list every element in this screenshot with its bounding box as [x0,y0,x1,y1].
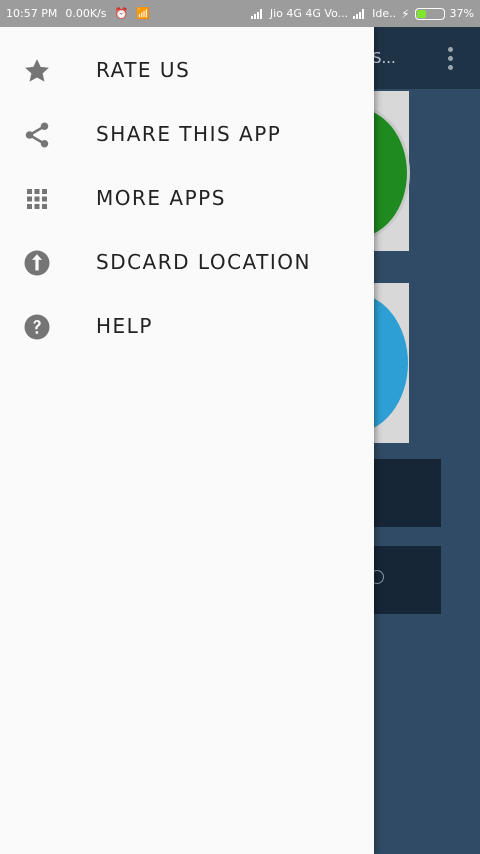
menu-item-sdcard-location[interactable]: SDCARD LOCATION [0,230,374,294]
status-left: 10:57 PM 0.00K/s ⏰ 📶 [6,0,150,27]
signal-icon-2 [353,8,367,19]
signal-icon [250,8,265,19]
status-bar: 10:57 PM 0.00K/s ⏰ 📶 Jio 4G 4G Vo... Ide… [0,0,480,27]
app-title: S... [372,49,396,67]
battery-icon [414,7,445,20]
menu-item-help[interactable]: HELP [0,294,374,358]
navigation-drawer: RATE US SHARE THIS APP MORE APPS SDCARD … [0,27,374,854]
more-vert-icon[interactable] [446,47,454,75]
status-right: Jio 4G 4G Vo... Ide.. ⚡ 37% [250,0,474,27]
battery-fill [416,9,426,18]
menu-label-rate-us: RATE US [96,58,191,82]
status-time: 10:57 PM [6,7,58,20]
menu-item-share[interactable]: SHARE THIS APP [0,102,374,166]
grid-icon [22,184,52,214]
wifi-icon: 📶 [136,7,150,20]
menu-label-sdcard-location: SDCARD LOCATION [96,250,311,274]
arrow-up-circle-icon [22,248,52,278]
menu-item-rate-us[interactable]: RATE US [0,38,374,102]
status-carrier: Jio 4G 4G Vo... [269,7,349,20]
menu-label-share: SHARE THIS APP [96,122,282,146]
alarm-icon: ⏰ [114,7,129,20]
menu-item-more-apps[interactable]: MORE APPS [0,166,374,230]
star-icon [22,56,52,86]
menu-label-more-apps: MORE APPS [96,186,226,210]
status-carrier-2: Ide.. [372,7,397,20]
help-circle-icon [22,312,52,342]
status-speed: 0.00K/s [65,7,107,20]
charging-icon: ⚡ [401,6,410,21]
share-icon [22,120,52,150]
menu-label-help: HELP [96,314,153,338]
battery-percent: 37% [449,7,474,20]
